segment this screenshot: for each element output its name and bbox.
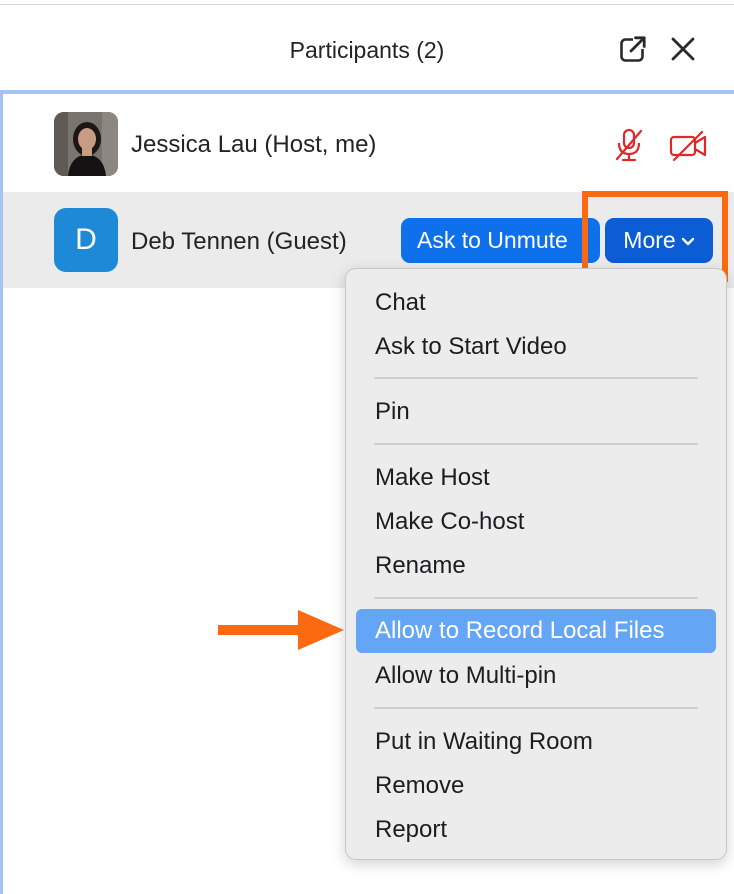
more-dropdown-menu: Chat Ask to Start Video Pin Make Host Ma… — [345, 268, 727, 860]
mic-muted-icon[interactable] — [611, 127, 647, 163]
menu-item-ask-to-start-video[interactable]: Ask to Start Video — [356, 325, 716, 369]
menu-item-pin[interactable]: Pin — [356, 390, 716, 434]
menu-divider — [374, 443, 698, 445]
menu-divider — [374, 707, 698, 709]
menu-item-report[interactable]: Report — [356, 808, 716, 852]
ask-to-unmute-label: Ask to Unmute — [417, 227, 568, 253]
menu-item-allow-to-record-local-files[interactable]: Allow to Record Local Files — [356, 609, 716, 653]
participant-row[interactable]: Jessica Lau (Host, me) — [3, 97, 734, 193]
top-divider — [0, 4, 734, 5]
avatar — [54, 112, 118, 176]
participants-header: Participants (2) — [0, 8, 734, 90]
menu-item-put-in-waiting-room[interactable]: Put in Waiting Room — [356, 720, 716, 764]
ask-to-unmute-button[interactable]: Ask to Unmute — [401, 218, 600, 263]
participant-name: Jessica Lau (Host, me) — [131, 131, 377, 158]
menu-item-allow-to-multi-pin[interactable]: Allow to Multi-pin — [356, 654, 716, 698]
participant-name: Deb Tennen (Guest) — [131, 228, 347, 255]
close-icon[interactable] — [668, 34, 698, 64]
menu-item-remove[interactable]: Remove — [356, 764, 716, 808]
menu-item-chat[interactable]: Chat — [356, 281, 716, 325]
menu-divider — [374, 377, 698, 379]
annotation-arrow — [216, 608, 346, 652]
menu-item-make-co-host[interactable]: Make Co-host — [356, 500, 716, 544]
popout-icon[interactable] — [618, 34, 648, 64]
menu-divider — [374, 597, 698, 599]
avatar: D — [54, 208, 118, 272]
video-off-icon[interactable] — [668, 127, 707, 163]
menu-item-rename[interactable]: Rename — [356, 544, 716, 588]
menu-item-make-host[interactable]: Make Host — [356, 456, 716, 500]
